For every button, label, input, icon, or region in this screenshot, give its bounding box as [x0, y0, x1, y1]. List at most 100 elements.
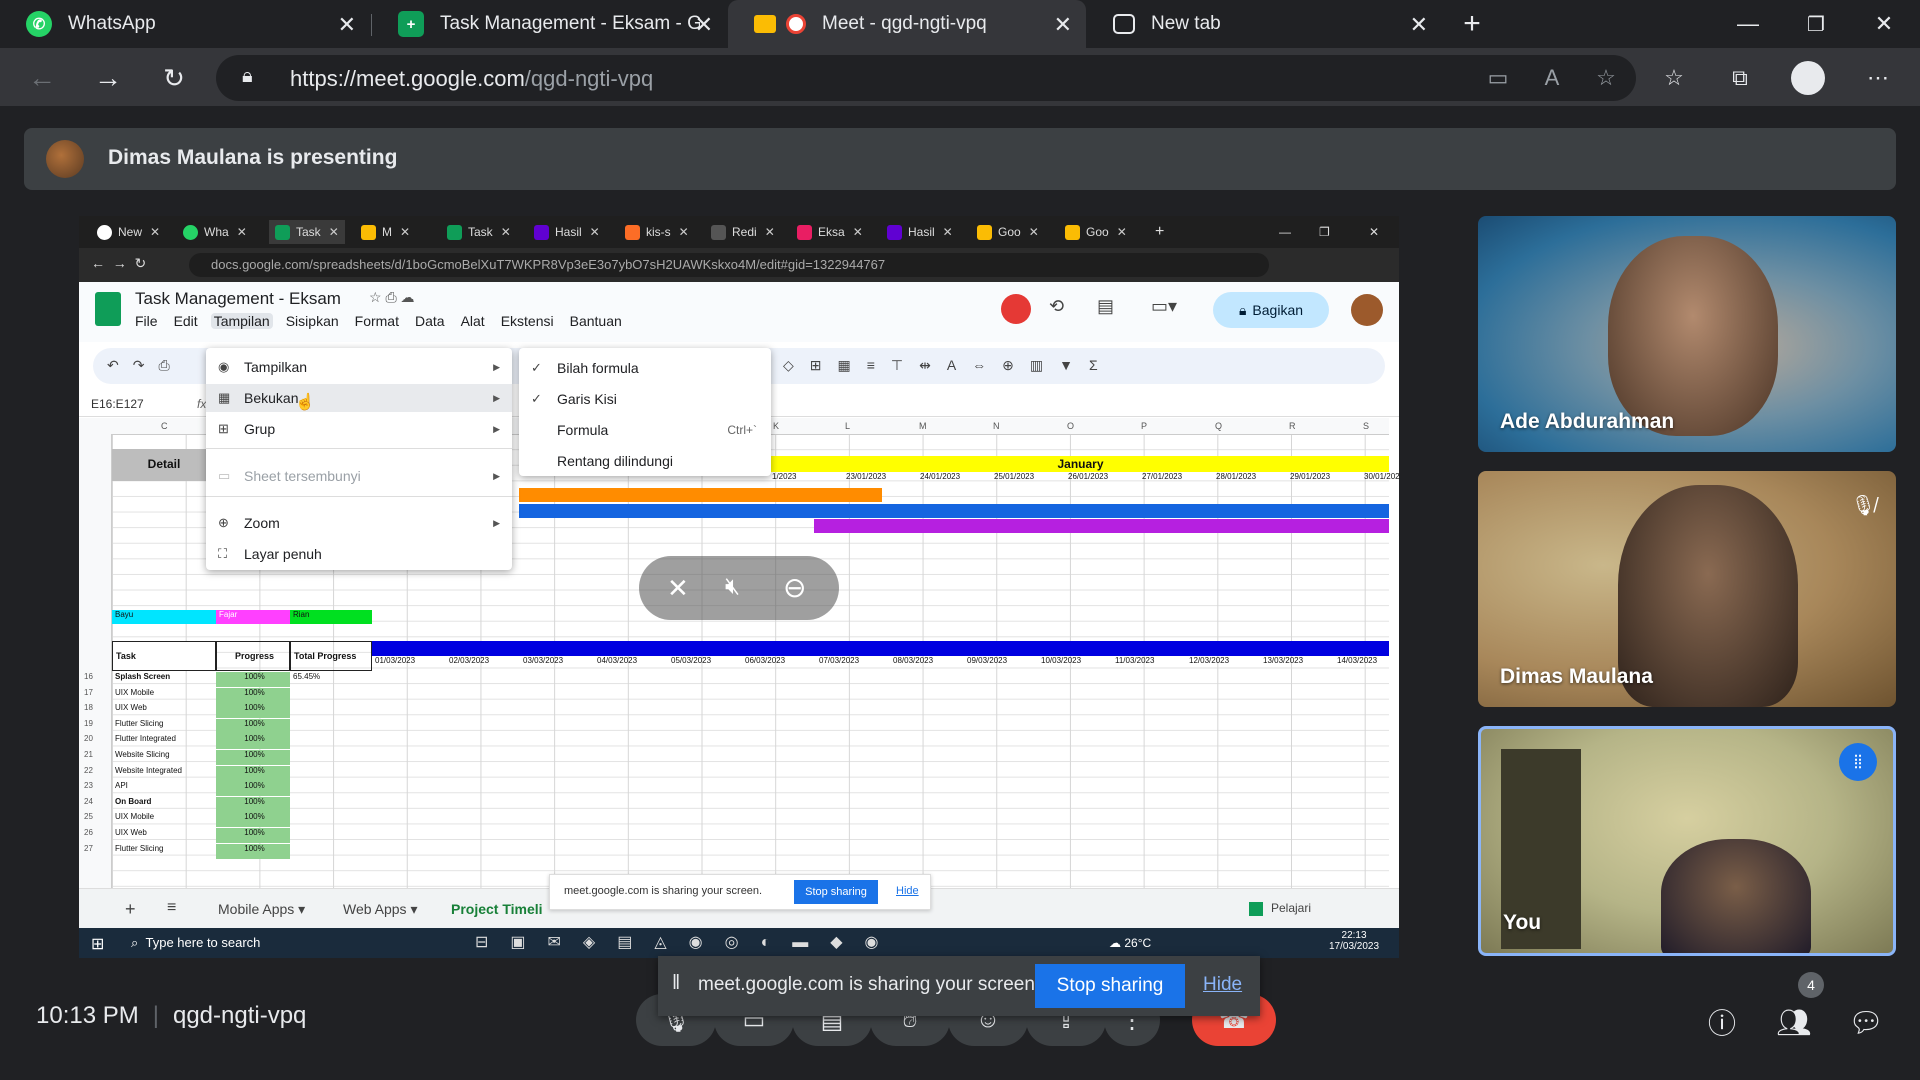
taskbar-clock: 22:13 17/03/2023 — [1329, 930, 1380, 952]
menu-item-group[interactable]: ⊞ Grup ▶ — [206, 415, 512, 443]
remove-icon: ⊖ — [783, 572, 807, 603]
progress-cell: 100% — [216, 781, 290, 797]
inner-close-icon: ✕ — [1369, 225, 1380, 239]
stop-sharing-button[interactable]: Stop sharing — [1035, 964, 1185, 1008]
progress-cell: 100% — [216, 765, 290, 781]
close-icon[interactable]: ✕ — [695, 12, 713, 38]
history-icon: ⟲ — [1049, 296, 1065, 316]
presenting-text: Dimas Maulana is presenting — [108, 146, 398, 169]
task-cell: UIX Mobile — [115, 687, 155, 697]
tab-newtab[interactable]: New tab ✕ — [1087, 0, 1442, 48]
drag-handle-icon[interactable]: ‖ — [672, 972, 680, 995]
close-window-button[interactable]: ✕ — [1850, 0, 1918, 48]
star-icon: ☆ ⎙ ☁ — [369, 289, 415, 305]
url-text: https://meet.google.com/qgd-ngti-vpq — [290, 66, 653, 92]
clock: 10:13 PM — [36, 1002, 139, 1029]
meeting-info: 10:13 PM | qgd-ngti-vpq — [36, 1002, 307, 1029]
inner-new-tab-icon: + — [1155, 223, 1165, 240]
inner-tab: Hasil ✕ — [534, 220, 600, 244]
task-cell: UIX Web — [115, 703, 147, 713]
task-cell: UIX Web — [115, 828, 147, 837]
chat-icon[interactable]: 💬︎ — [1846, 1002, 1886, 1042]
sheets-menubar: File Edit Tampilan Sisipkan Format Data … — [135, 313, 638, 329]
hide-notice-link[interactable]: Hide — [1203, 974, 1242, 996]
sheet-tab: Mobile Apps ▾ — [218, 901, 306, 917]
screen-share-notice: ‖ meet.google.com is sharing your screen… — [658, 956, 1260, 1016]
submenu-item-protected-ranges[interactable]: Rentang dilindungi — [519, 447, 771, 475]
inner-tab: Hasil ✕ — [887, 220, 953, 244]
tab-title: WhatsApp — [68, 13, 156, 34]
tab-whatsapp[interactable]: ✆ WhatsApp ✕ — [0, 0, 370, 48]
inner-minimize-icon: — — [1279, 225, 1291, 239]
inner-nav-icons: ← → ↻ — [91, 255, 147, 271]
submenu-item-formulas[interactable]: Formula Ctrl+` — [519, 416, 771, 444]
gantt-bar-purple — [814, 519, 1389, 533]
menu-item-fullscreen[interactable]: ⛶ Layar penuh — [206, 540, 512, 568]
people-icon[interactable]: 👥︎ — [1774, 1002, 1814, 1042]
lock-icon: 🔒︎ — [242, 65, 253, 87]
url-field[interactable]: 🔒︎ https://meet.google.com/qgd-ngti-vpq … — [216, 55, 1636, 101]
inner-tab: kis-s ✕ — [625, 220, 689, 244]
close-icon[interactable]: ✕ — [1410, 12, 1428, 38]
whatsapp-icon: ✆ — [26, 11, 52, 37]
tab-meet[interactable]: Meet - qgd-ngti-vpq ✕ — [728, 0, 1086, 48]
menu-help: Bantuan — [569, 313, 622, 329]
collections-icon[interactable]: ⧉ — [1722, 60, 1758, 96]
fx-icon: fx — [197, 397, 207, 411]
people-count-badge: 4 — [1798, 972, 1824, 998]
inner-tab: Task ✕ — [269, 220, 345, 244]
volume-off-icon: 🔇︎ — [725, 573, 741, 600]
minimize-button[interactable]: — — [1714, 0, 1782, 48]
meet-call-icon: ▭▾ — [1151, 296, 1178, 316]
add-favorite-icon[interactable]: ☆ — [1588, 60, 1624, 96]
participant-tile-dimas[interactable]: 🎙︎̸ Dimas Maulana — [1478, 471, 1896, 707]
camera-icon[interactable]: ▭ — [1480, 60, 1516, 96]
participant-name: You — [1503, 911, 1542, 934]
back-button[interactable]: ← — [24, 60, 60, 96]
inner-tab: Goo ✕ — [977, 220, 1039, 244]
task-cell: API — [115, 781, 128, 791]
participant-tile-you[interactable]: ⦙⦙ You — [1478, 726, 1896, 956]
presenter-avatar — [46, 140, 84, 178]
speaking-indicator-icon: ⦙⦙ — [1839, 743, 1877, 781]
row-number: 17 — [84, 687, 93, 697]
view-menu: ◉ Tampilkan ▶ ▦ Bekukan ▶ ⊞ Grup ▶ ▭ Sheet ters… — [206, 348, 512, 570]
detail-header: Detail — [112, 449, 216, 481]
inner-tab: New ✕ — [97, 220, 160, 244]
legend-bayu: Bayu — [112, 610, 216, 624]
weather-widget: ☁ 26°C — [1109, 936, 1152, 950]
menu-divider — [206, 496, 512, 497]
browser-tab-bar: ✆ WhatsApp ✕ + Task Management - Eksam -… — [0, 0, 1920, 48]
submenu-item-gridlines[interactable]: ✓ Garis Kisi — [519, 385, 771, 413]
inner-tab: Redi ✕ — [711, 220, 775, 244]
inner-tab: Eksa ✕ — [797, 220, 863, 244]
progress-cell: 100% — [216, 812, 290, 828]
new-tab-button[interactable]: + — [1438, 0, 1506, 48]
forward-button[interactable]: → — [90, 60, 126, 96]
inner-tab: Goo ✕ — [1065, 220, 1127, 244]
menu-item-freeze[interactable]: ▦ Bekukan ▶ — [206, 384, 512, 412]
row-number: 24 — [84, 796, 93, 806]
row-number: 22 — [84, 765, 93, 775]
presenting-banner: Dimas Maulana is presenting — [24, 128, 1896, 190]
task-header: Task — [112, 641, 216, 671]
menu-item-zoom[interactable]: ⊕ Zoom ▶ — [206, 509, 512, 537]
inner-url-field: docs.google.com/spreadsheets/d/1boGcmoBe… — [189, 253, 1269, 277]
read-aloud-icon[interactable]: A — [1534, 60, 1570, 96]
participant-tile-ade[interactable]: Ade Abdurahman — [1478, 216, 1896, 452]
menu-item-show[interactable]: ◉ Tampilkan ▶ — [206, 353, 512, 381]
submenu-item-formula-bar[interactable]: ✓ Bilah formula — [519, 354, 771, 382]
close-icon[interactable]: ✕ — [338, 12, 356, 38]
more-menu-icon[interactable]: ⋯ — [1860, 60, 1896, 96]
tab-sheets[interactable]: + Task Management - Eksam - Goo ✕ — [372, 0, 727, 48]
legend-fajar: Fajar — [216, 610, 290, 624]
reload-button[interactable]: ↻ — [156, 60, 192, 96]
restore-button[interactable]: ❐ — [1782, 0, 1850, 48]
close-icon[interactable]: ✕ — [1054, 12, 1072, 38]
meeting-details-icon[interactable]: ⓘ — [1702, 1002, 1742, 1042]
task-cell: Flutter Slicing — [115, 718, 164, 728]
profile-avatar[interactable] — [1790, 60, 1826, 96]
favorites-icon[interactable]: ☆ — [1656, 60, 1692, 96]
video-controls-overlay: ✕ 🔇︎ ⊖ — [639, 556, 839, 620]
row-number: 26 — [84, 828, 93, 837]
